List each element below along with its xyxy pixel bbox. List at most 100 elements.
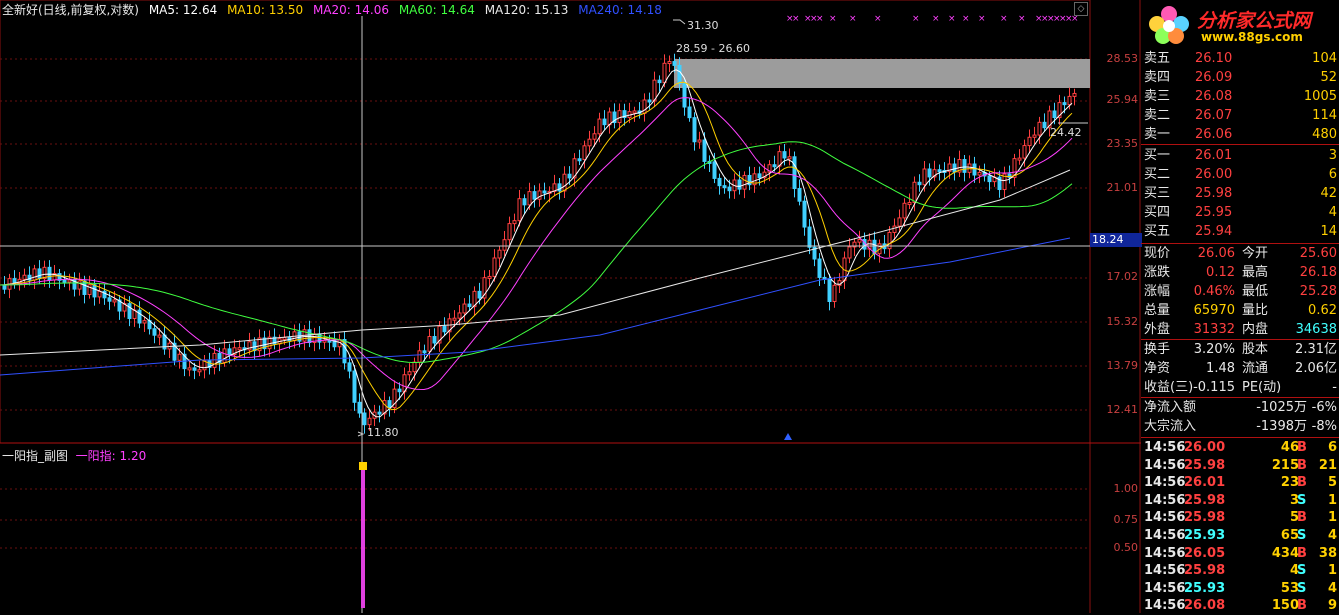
candle [212, 352, 217, 368]
candle [567, 173, 572, 179]
candle [192, 367, 197, 371]
resistance-zone [674, 59, 1090, 88]
candle [362, 412, 367, 426]
tick-price: 25.93 [1184, 580, 1226, 596]
indicator-marker [359, 462, 367, 470]
candle [912, 181, 917, 204]
ask-volume: 480 [1312, 127, 1337, 142]
candle [77, 280, 82, 290]
candle [357, 401, 362, 414]
tick-count: 6 [1327, 440, 1337, 455]
candle [827, 278, 832, 302]
candle [542, 190, 547, 194]
tick-price: 25.98 [1184, 457, 1226, 473]
signal-mark: × [932, 14, 940, 24]
indicator-bar [361, 466, 365, 608]
tick-row: 14:56 26.08 150 B 9 [1141, 597, 1339, 615]
candle [972, 163, 977, 176]
ask-row: 卖四 26.09 52 [1141, 69, 1339, 87]
logo-url[interactable]: www.88gs.com [1201, 30, 1303, 44]
candle [22, 274, 27, 280]
stat-row: 现价 26.06 今开 25.60 [1141, 245, 1339, 263]
stat-row: 净资 1.48 流通 2.06亿 [1141, 360, 1339, 378]
ask-label: 卖四 [1144, 70, 1171, 85]
bid-volume: 14 [1320, 224, 1337, 239]
tick-count: 4 [1327, 580, 1337, 596]
y-axis-label: 15.32 [1106, 315, 1139, 328]
candle [282, 337, 287, 341]
stat-value: 2.31亿 [1295, 342, 1337, 357]
sub-y-axis-label: 0.75 [1113, 513, 1139, 526]
candle [602, 118, 607, 126]
candle [782, 151, 787, 159]
stat-value: 26.18 [1299, 265, 1337, 280]
tick-count: 1 [1327, 563, 1337, 579]
candle [507, 223, 512, 241]
divider [1141, 339, 1339, 340]
candle [712, 161, 717, 179]
ma5-label: MA5: 12.64 [148, 3, 218, 17]
sub-y-axis-label: 0.50 [1113, 541, 1139, 554]
candle [902, 202, 907, 219]
signal-mark: × [849, 14, 857, 24]
candle [1037, 121, 1042, 136]
candle [127, 303, 132, 319]
candle [717, 177, 722, 187]
bid-volume: 3 [1328, 148, 1337, 163]
candle [492, 257, 497, 277]
candle [922, 168, 927, 186]
candle [687, 106, 692, 119]
tick-side: B [1297, 545, 1307, 561]
tick-time: 14:56 [1144, 545, 1186, 561]
tick-price: 25.98 [1184, 563, 1226, 579]
signal-triangle [784, 433, 792, 440]
stat-value: 65970 [1193, 303, 1235, 318]
bid-volume: 4 [1328, 205, 1337, 220]
candle [497, 249, 502, 259]
candle [377, 411, 382, 415]
chart-settings-icon[interactable]: ◇ [1074, 2, 1088, 16]
tick-row: 14:56 25.98 3 S 1 [1141, 492, 1339, 510]
tick-count: 21 [1318, 457, 1337, 473]
candle [527, 191, 532, 206]
recent-price-annotation: 24.42 [1050, 126, 1082, 139]
y-axis-label: 21.01 [1106, 181, 1139, 194]
candle [2, 284, 7, 290]
stat-value: 2.06亿 [1295, 361, 1337, 376]
stat-row: 换手 3.20% 股本 2.31亿 [1141, 341, 1339, 359]
bid-row: 买一 26.01 3 [1141, 147, 1339, 165]
candle [462, 303, 467, 314]
ask-volume: 52 [1320, 70, 1337, 85]
candle [197, 369, 202, 373]
stat-label: 流通 [1242, 361, 1269, 376]
candle [742, 174, 747, 190]
tick-row: 14:56 26.00 46 B 6 [1141, 439, 1339, 457]
ask-volume: 1005 [1303, 89, 1337, 104]
stat-label: 量比 [1242, 303, 1269, 318]
tick-price: 26.08 [1184, 598, 1226, 614]
candle [12, 278, 17, 284]
stat-label: 内盘 [1242, 322, 1269, 337]
flow-percent: -6% [1311, 400, 1337, 415]
candle [422, 350, 427, 354]
quote-panel: 分析家公式网 www.88gs.com 卖五 26.10 104 卖四 26.09 52 卖… [1141, 0, 1339, 613]
candle [1017, 157, 1022, 161]
candle [987, 175, 992, 183]
candle [227, 348, 232, 356]
tick-volume: 434 [1271, 545, 1299, 561]
candle [32, 268, 37, 281]
stat-value: 0.46% [1193, 284, 1235, 299]
divider [1141, 243, 1339, 244]
signal-mark: × [912, 14, 920, 24]
tick-time: 14:56 [1144, 598, 1186, 614]
kline-chart-area[interactable]: ×× ××× × × × × × × × × × × ××××××× [0, 0, 1141, 613]
logo-text: 分析家公式网 [1197, 10, 1312, 32]
tick-side: B [1297, 440, 1307, 455]
candle [617, 110, 622, 124]
tick-time: 14:56 [1144, 528, 1186, 543]
candle [417, 350, 422, 363]
flow-row: 净流入额 -1025万 -6% [1141, 399, 1339, 417]
candle [662, 62, 667, 84]
ask-label: 卖三 [1144, 89, 1171, 104]
tick-time: 14:56 [1144, 510, 1186, 526]
